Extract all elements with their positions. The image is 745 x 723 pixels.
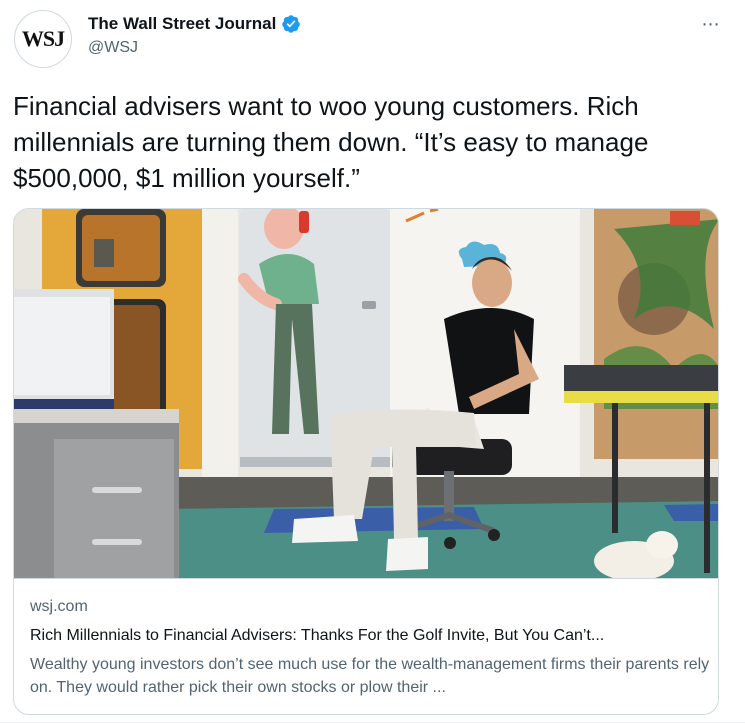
card-title[interactable]: Rich Millennials to Financial Advisers: … (30, 627, 710, 645)
tweet-text: Financial advisers want to woo young cus… (13, 91, 649, 193)
author-name-row[interactable]: The Wall Street Journal (88, 13, 301, 35)
more-options-icon[interactable]: ⋯ (697, 10, 725, 38)
card-description[interactable]: Wealthy young investors don’t see much u… (30, 653, 710, 699)
verified-badge-icon (282, 15, 301, 33)
office-photo (14, 209, 718, 578)
link-card[interactable]: wsj.com Rich Millennials to Financial Ad… (13, 208, 719, 715)
card-image[interactable] (14, 209, 718, 579)
author-handle[interactable]: @WSJ (88, 39, 138, 57)
author-display-name[interactable]: The Wall Street Journal (88, 14, 276, 34)
card-domain[interactable]: wsj.com (30, 598, 88, 616)
avatar[interactable]: WSJ (14, 10, 72, 68)
tweet[interactable]: WSJ The Wall Street Journal @WSJ ⋯ Finan… (0, 0, 745, 723)
